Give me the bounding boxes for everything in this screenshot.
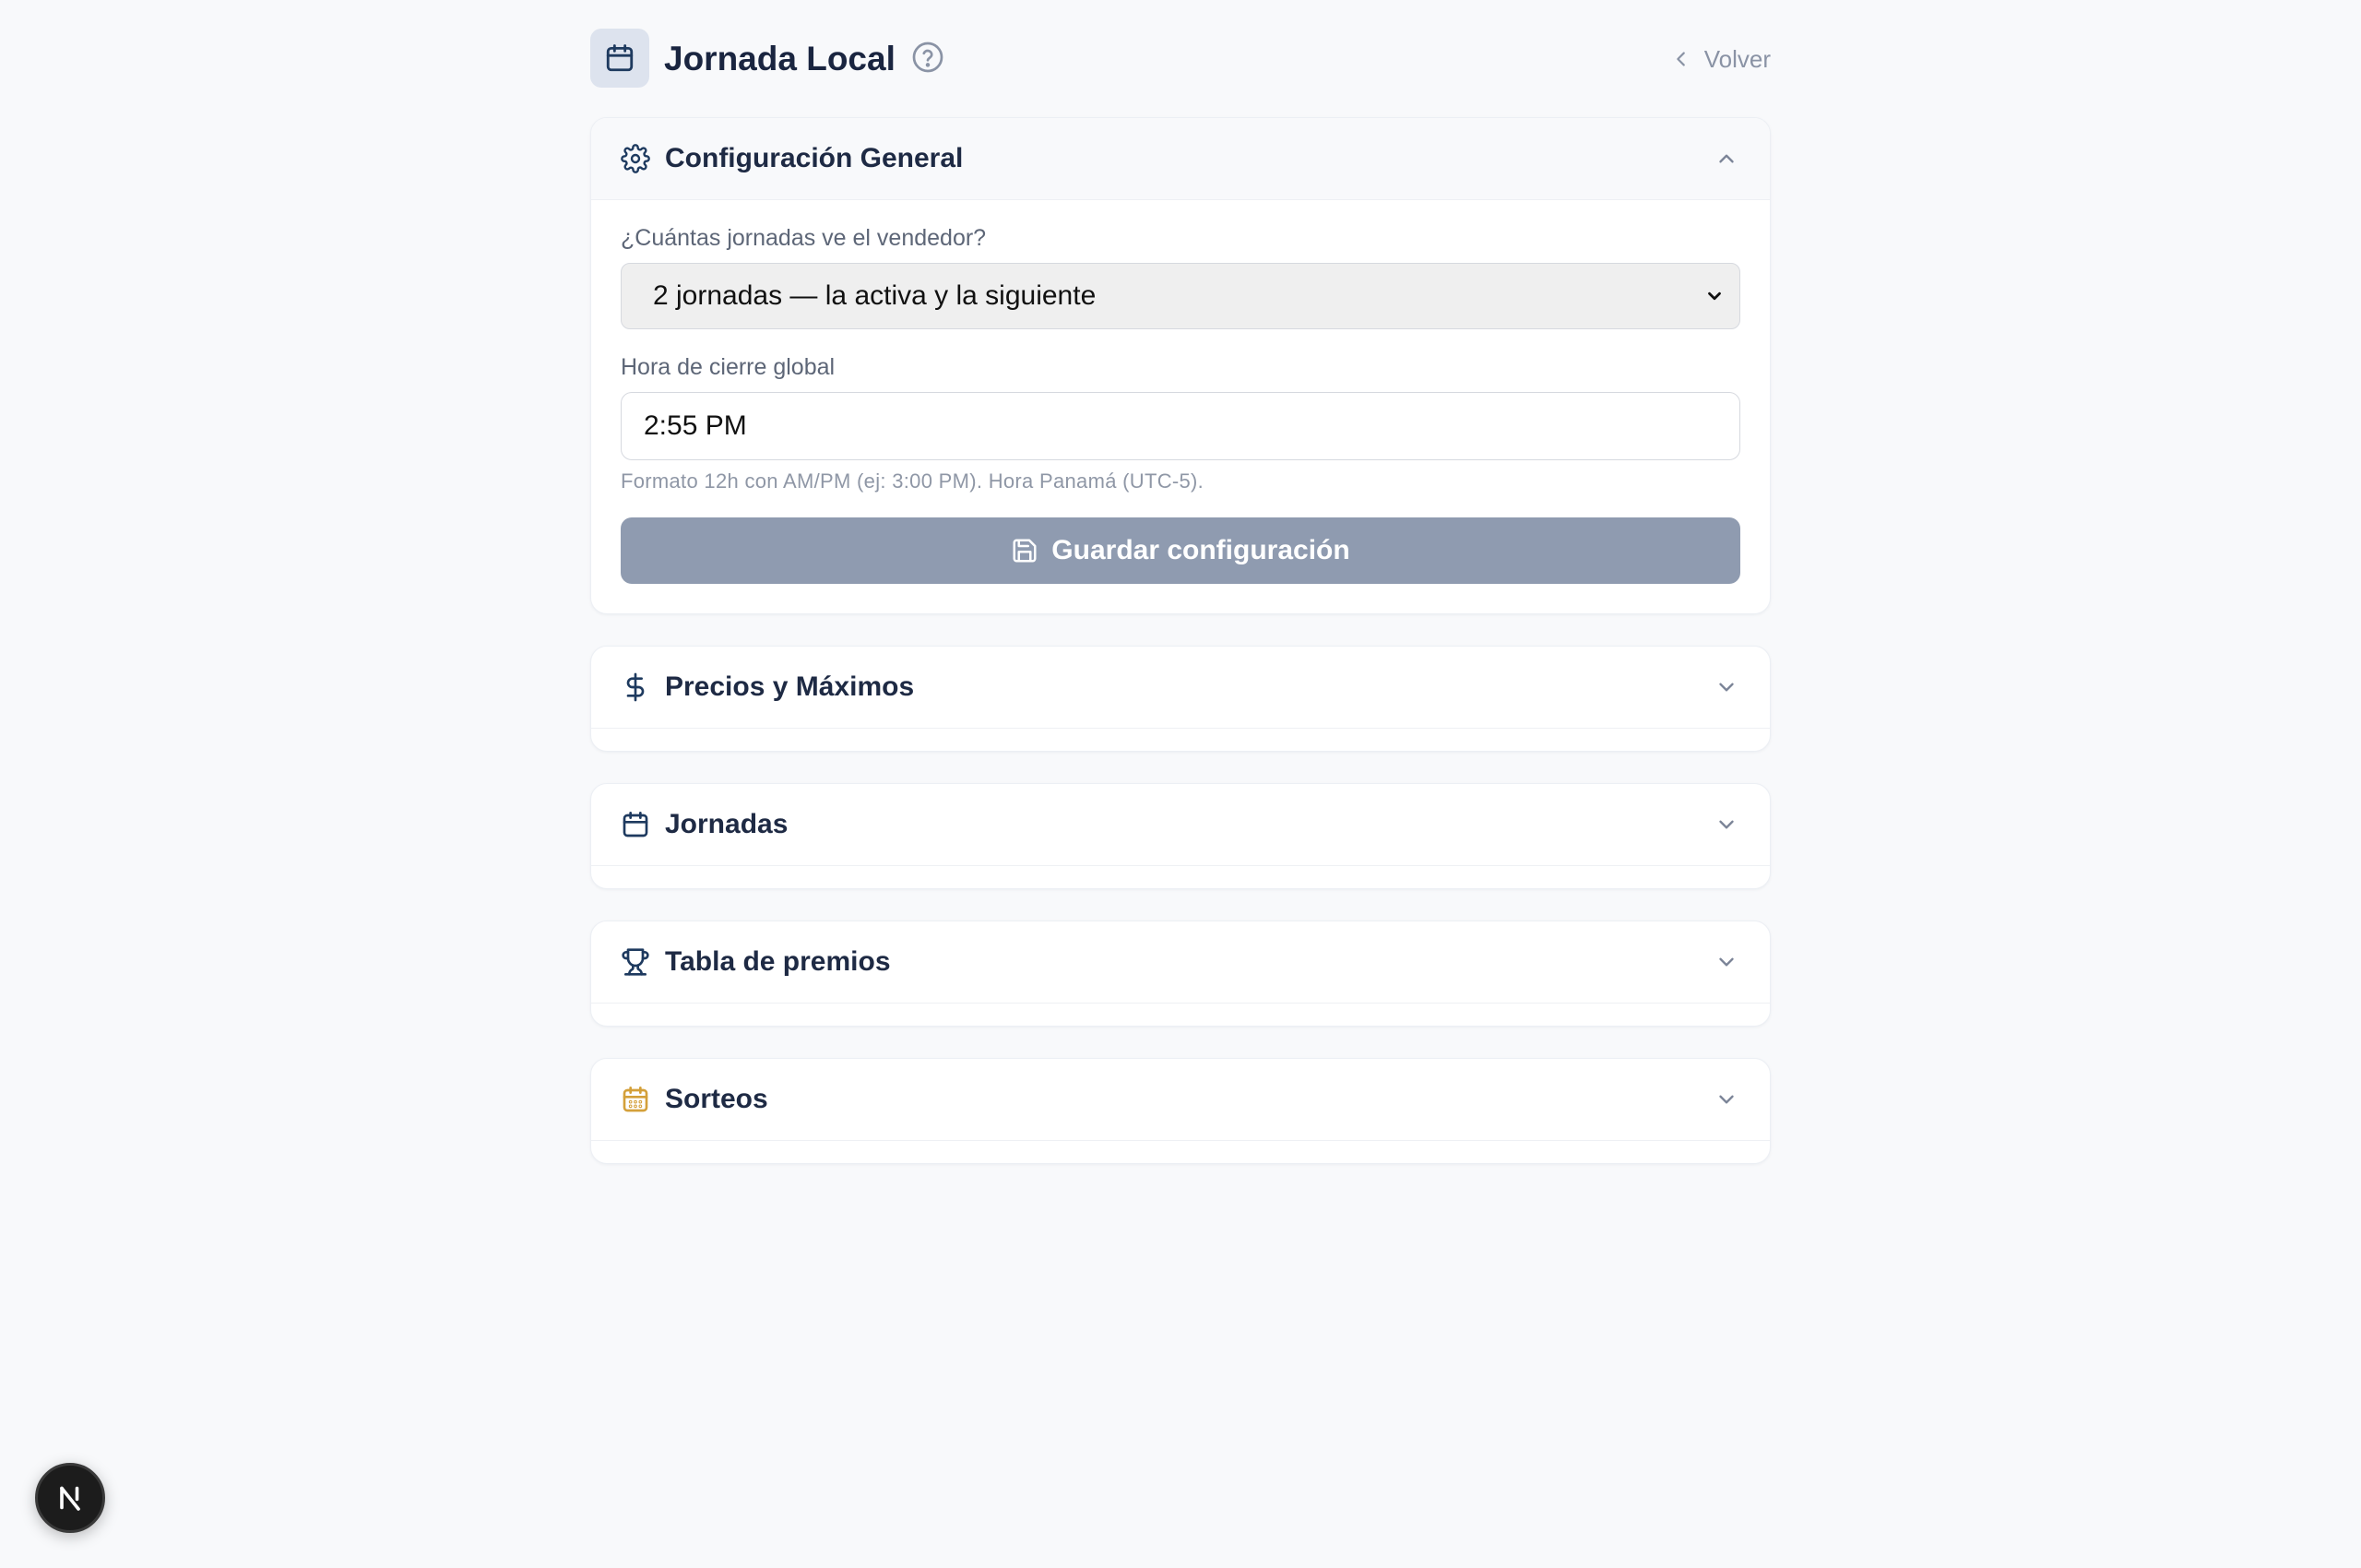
prizes-title: Tabla de premios bbox=[665, 946, 891, 977]
prices-panel: Precios y Máximos bbox=[590, 646, 1771, 752]
chevron-up-icon bbox=[1719, 154, 1734, 163]
page-title: Jornada Local bbox=[664, 40, 896, 77]
closing-time-hint: Formato 12h con AM/PM (ej: 3:00 PM). Hor… bbox=[621, 469, 1204, 493]
calendar-badge bbox=[590, 29, 649, 88]
prices-header[interactable]: Precios y Máximos bbox=[591, 647, 1770, 729]
help-icon[interactable] bbox=[911, 41, 944, 74]
calendar-icon bbox=[623, 812, 648, 837]
chevron-down-icon bbox=[1719, 683, 1734, 692]
save-settings-label: Guardar configuración bbox=[1051, 535, 1350, 565]
closing-time-input[interactable]: 2:55 PM bbox=[621, 392, 1740, 460]
page-header: Jornada Local Volver bbox=[590, 0, 1771, 117]
general-settings-body: ¿Cuántas jornadas ve el vendedor? 2 jorn… bbox=[591, 200, 1770, 613]
nextjs-devtools-button[interactable] bbox=[35, 1463, 105, 1533]
viewer-count-label: ¿Cuántas jornadas ve el vendedor? bbox=[621, 225, 987, 251]
days-header[interactable]: Jornadas bbox=[591, 784, 1770, 866]
chevron-down-icon bbox=[1719, 820, 1734, 829]
save-settings-button[interactable]: Guardar configuración bbox=[621, 517, 1740, 584]
prizes-panel: Tabla de premios bbox=[590, 921, 1771, 1027]
draws-panel: Sorteos bbox=[590, 1058, 1771, 1164]
calendar-days-icon bbox=[623, 1087, 648, 1112]
nextjs-logo-icon bbox=[60, 1486, 80, 1511]
closing-time-label: Hora de cierre global bbox=[621, 354, 836, 380]
chevron-down-icon bbox=[1708, 291, 1721, 301]
closing-time-value: 2:55 PM bbox=[644, 410, 747, 441]
general-settings-panel: Configuración General ¿Cuántas jornadas … bbox=[590, 117, 1771, 614]
save-icon bbox=[1013, 539, 1037, 563]
prices-title: Precios y Máximos bbox=[665, 671, 915, 702]
general-settings-header[interactable]: Configuración General bbox=[591, 118, 1770, 200]
draws-title: Sorteos bbox=[665, 1084, 768, 1114]
viewer-count-value: 2 jornadas — la activa y la siguiente bbox=[653, 280, 1097, 311]
trophy-icon bbox=[622, 948, 649, 976]
general-settings-title: Configuración General bbox=[665, 143, 964, 173]
chevron-left-icon bbox=[1676, 52, 1685, 66]
prizes-header[interactable]: Tabla de premios bbox=[591, 921, 1770, 1004]
dollar-icon bbox=[626, 672, 645, 702]
page-container: Jornada Local Volver Configuración Gener… bbox=[590, 0, 1771, 1195]
days-title: Jornadas bbox=[665, 809, 789, 839]
chevron-down-icon bbox=[1719, 1095, 1734, 1104]
chevron-down-icon bbox=[1719, 957, 1734, 967]
viewer-count-select[interactable]: 2 jornadas — la activa y la siguiente bbox=[621, 263, 1740, 329]
draws-header[interactable]: Sorteos bbox=[591, 1059, 1770, 1141]
back-link[interactable]: Volver bbox=[1671, 41, 1771, 77]
back-label: Volver bbox=[1703, 44, 1771, 73]
calendar-icon bbox=[606, 44, 634, 72]
gear-icon bbox=[621, 144, 650, 173]
days-panel: Jornadas bbox=[590, 783, 1771, 889]
